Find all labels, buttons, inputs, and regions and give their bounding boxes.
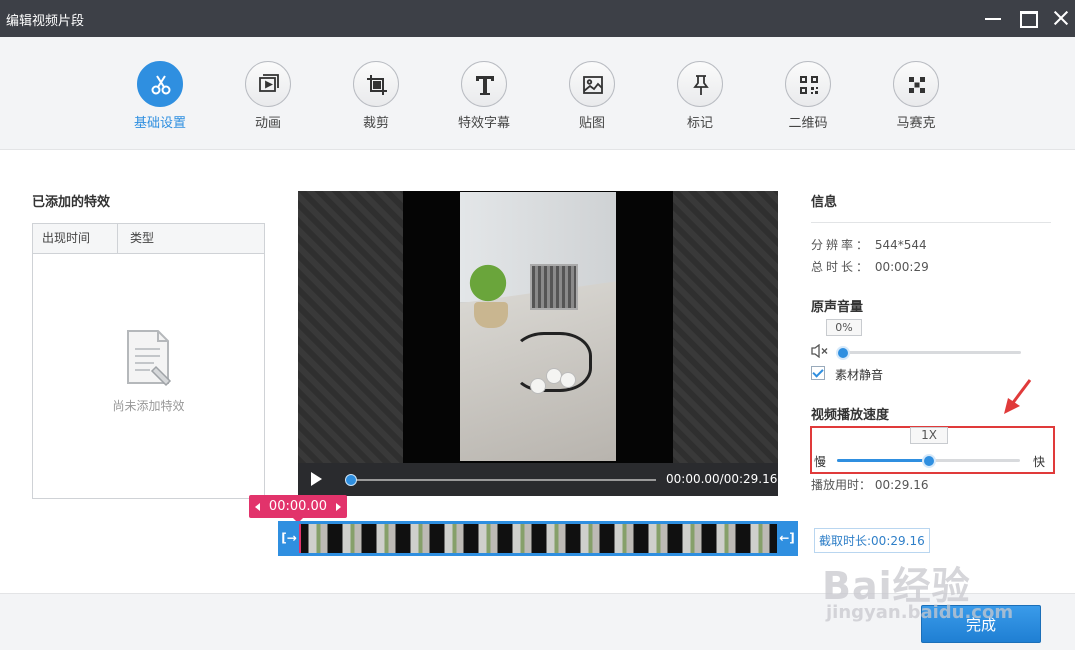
mute-checkbox[interactable] xyxy=(811,366,825,380)
volume-slider[interactable] xyxy=(843,351,1021,354)
video-frame xyxy=(460,192,616,461)
timeline-thumbnail xyxy=(675,524,709,553)
timeline-thumbnail xyxy=(709,524,743,553)
tool-label: 马赛克 xyxy=(896,116,936,131)
tool-label: 贴图 xyxy=(578,116,605,131)
trim-end-handle[interactable]: ←] xyxy=(779,529,795,547)
volume-slider-handle[interactable] xyxy=(836,346,850,360)
mute-checkbox-label[interactable]: 素材静音 xyxy=(835,366,883,383)
volume-value: 0% xyxy=(826,319,862,336)
maximize-button[interactable] xyxy=(1014,6,1040,30)
duration-value: 00:00:29 xyxy=(874,260,929,274)
tool-label: 动画 xyxy=(254,116,281,131)
column-header-type[interactable]: 类型 xyxy=(130,224,154,253)
window-title: 编辑视频片段 xyxy=(6,14,85,29)
tool-animation[interactable]: 动画 xyxy=(223,61,313,131)
seek-handle[interactable] xyxy=(345,474,357,486)
timeline-thumbnail xyxy=(607,524,641,553)
resolution-label: 分辨率： xyxy=(811,238,872,252)
timeline-thumbnail xyxy=(641,524,675,553)
column-header-time[interactable]: 出现时间 xyxy=(33,224,118,253)
toolbar: 基础设置 动画 裁剪 特效字幕 贴图 标记 二维码 马赛克 xyxy=(0,37,1075,150)
play-time: 播放用时： 00:29.16 xyxy=(811,478,929,492)
next-frame-icon[interactable] xyxy=(336,503,341,511)
tool-label: 标记 xyxy=(686,116,713,131)
animation-icon xyxy=(245,61,291,107)
timeline-thumbnail xyxy=(743,524,777,553)
tool-effect-subtitle[interactable]: 特效字幕 xyxy=(439,61,529,131)
current-time-tag[interactable]: 00:00.00 xyxy=(249,495,347,523)
timeline-thumbnail xyxy=(437,524,471,553)
speed-title: 视频播放速度 xyxy=(811,408,890,423)
speed-fast-label: 快 xyxy=(1033,455,1046,469)
speaker-mute-icon[interactable] xyxy=(811,344,829,358)
timeline-thumbnail xyxy=(335,524,369,553)
tool-basic-settings[interactable]: 基础设置 xyxy=(115,61,205,131)
seek-bar[interactable] xyxy=(348,479,656,481)
crop-icon xyxy=(353,61,399,107)
text-icon xyxy=(461,61,507,107)
mosaic-icon xyxy=(893,61,939,107)
duration-label: 总时长： xyxy=(811,260,872,274)
tool-label: 裁剪 xyxy=(362,116,389,131)
scissors-icon xyxy=(137,61,183,107)
timeline-thumbnails xyxy=(299,524,777,553)
player-timecode: 00:00.00/00:29.16 xyxy=(666,472,778,486)
volume-title: 原声音量 xyxy=(811,300,864,315)
effects-table-header: 出现时间 类型 xyxy=(33,224,264,254)
timeline-thumbnail xyxy=(573,524,607,553)
speed-slow-label: 慢 xyxy=(814,455,827,469)
trim-start-handle[interactable]: [→ xyxy=(281,529,297,547)
speed-value: 1X xyxy=(910,427,948,444)
timeline-strip[interactable]: [→ ←] xyxy=(278,521,798,556)
duration-row: 总时长： 00:00:29 xyxy=(811,258,929,275)
current-time: 00:00.00 xyxy=(268,499,328,514)
cut-length-label: 截取时长:00:29.16 xyxy=(814,528,930,553)
watermark-url: jingyan.baidu.com xyxy=(826,602,1014,623)
tool-sticker[interactable]: 贴图 xyxy=(547,61,637,131)
resolution-value: 544*544 xyxy=(874,238,927,252)
timeline-thumbnail xyxy=(539,524,573,553)
video-preview[interactable]: 00:00.00/00:29.16 xyxy=(298,191,778,496)
timeline-thumbnail xyxy=(403,524,437,553)
tool-marker[interactable]: 标记 xyxy=(655,61,745,131)
tool-mosaic[interactable]: 马赛克 xyxy=(871,61,961,131)
timeline-thumbnail xyxy=(505,524,539,553)
play-icon[interactable] xyxy=(308,471,324,487)
timeline-thumbnail xyxy=(471,524,505,553)
speed-slider-fill xyxy=(837,459,929,462)
timeline-thumbnail xyxy=(369,524,403,553)
tool-label: 基础设置 xyxy=(133,116,186,131)
effects-title: 已添加的特效 xyxy=(32,195,111,210)
close-button[interactable] xyxy=(1048,6,1074,30)
info-title: 信息 xyxy=(811,195,838,210)
tool-qrcode[interactable]: 二维码 xyxy=(763,61,853,131)
tool-crop[interactable]: 裁剪 xyxy=(331,61,421,131)
empty-effects-text: 尚未添加特效 xyxy=(112,399,185,413)
tool-label: 特效字幕 xyxy=(457,116,510,131)
qrcode-icon xyxy=(785,61,831,107)
red-arrow-annotation-icon xyxy=(1004,379,1032,414)
player-control-bar: 00:00.00/00:29.16 xyxy=(298,463,778,496)
tool-label: 二维码 xyxy=(788,116,828,131)
divider xyxy=(811,222,1051,223)
title-bar: 编辑视频片段 xyxy=(0,0,1075,37)
prev-frame-icon[interactable] xyxy=(255,503,260,511)
minimize-button[interactable] xyxy=(980,6,1006,30)
resolution-row: 分辨率： 544*544 xyxy=(811,236,927,253)
empty-document-icon xyxy=(127,330,172,387)
timeline-thumbnail xyxy=(301,524,335,553)
effects-table: 出现时间 类型 尚未添加特效 xyxy=(32,223,265,499)
image-icon xyxy=(569,61,615,107)
speed-slider-handle[interactable] xyxy=(921,454,936,468)
pin-icon xyxy=(677,61,723,107)
